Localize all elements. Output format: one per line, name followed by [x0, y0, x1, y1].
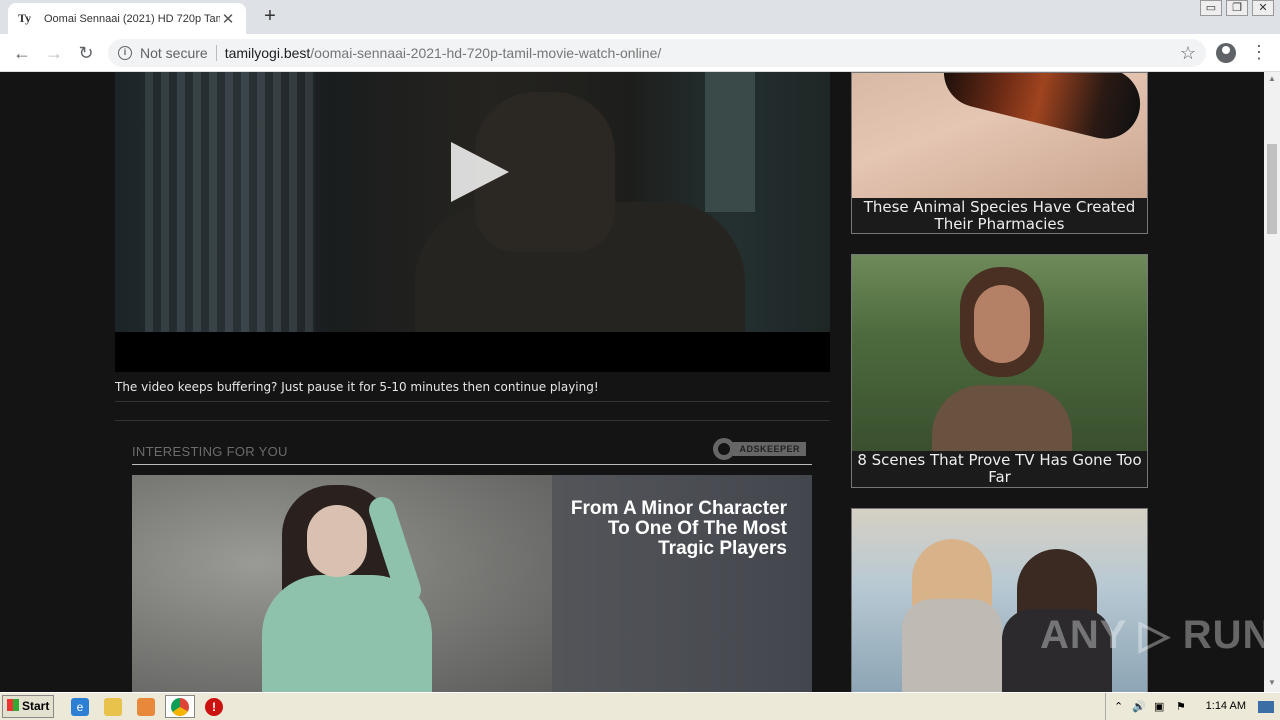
media-player-icon[interactable] — [137, 698, 155, 716]
scroll-down-icon[interactable]: ▼ — [1264, 678, 1280, 692]
stop-icon[interactable]: ! — [205, 698, 223, 716]
browser-toolbar: ← → ↻ i Not secure tamilyogi.best/oomai-… — [0, 34, 1280, 72]
ie-icon[interactable]: e — [71, 698, 89, 716]
sidebar-ad-card[interactable] — [851, 508, 1148, 692]
url-path[interactable]: /oomai-sennaai-2021-hd-720p-tamil-movie-… — [310, 45, 661, 61]
adskeeper-label: ADSKEEPER — [733, 442, 806, 456]
forward-icon[interactable]: → — [42, 41, 66, 65]
adskeeper-logo[interactable]: ADSKEEPER — [713, 438, 806, 460]
bookmark-star-icon[interactable]: ☆ — [1180, 43, 1196, 64]
url-separator — [215, 45, 217, 61]
curtain-shape — [145, 72, 315, 332]
reload-icon[interactable]: ↻ — [74, 41, 98, 65]
person-face-shape — [307, 505, 367, 577]
body-shape — [932, 385, 1072, 451]
start-label: Start — [22, 699, 50, 713]
flag-icon[interactable]: ⚑ — [1176, 700, 1186, 713]
featured-ad[interactable]: From A Minor Character To One Of The Mos… — [132, 475, 812, 692]
close-tab-icon[interactable]: ✕ — [220, 10, 236, 28]
dress-shape — [902, 599, 1002, 692]
play-icon[interactable] — [451, 142, 509, 202]
recommendation-widget: INTERESTING FOR YOU ADSKEEPER From A Min… — [132, 438, 812, 692]
key-icon — [713, 438, 736, 460]
back-icon[interactable]: ← — [10, 41, 34, 65]
address-bar[interactable]: i Not secure tamilyogi.best/oomai-sennaa… — [108, 39, 1206, 67]
system-tray: ⌃ 🔊 ▣ ⚑ 1:14 AM — [1105, 693, 1280, 720]
ad-caption[interactable]: These Animal Species Have Created Their … — [852, 198, 1147, 233]
tab-title: Oomai Sennaai (2021) HD 720p Tamil Movie… — [44, 12, 220, 25]
network-icon[interactable]: ▣ — [1154, 700, 1164, 713]
feature-headline[interactable]: From A Minor Character To One Of The Mos… — [547, 499, 787, 559]
profile-avatar-icon[interactable] — [1216, 43, 1236, 63]
folder-icon[interactable] — [104, 698, 122, 716]
sidebar-ad-card[interactable]: 8 Scenes That Prove TV Has Gone Too Far — [851, 254, 1148, 488]
new-tab-button[interactable]: + — [258, 5, 282, 29]
video-player[interactable] — [115, 72, 830, 372]
close-window-button[interactable]: ✕ — [1252, 0, 1274, 16]
ad-caption[interactable]: 8 Scenes That Prove TV Has Gone Too Far — [852, 451, 1147, 486]
clock[interactable]: 1:14 AM — [1206, 700, 1246, 712]
url-host[interactable]: tamilyogi.best — [225, 45, 311, 61]
face-shape — [974, 285, 1030, 363]
ad-image[interactable] — [852, 509, 1147, 692]
anyrun-watermark: ANY ▷ RUN — [1040, 613, 1273, 657]
buffering-note: The video keeps buffering? Just pause it… — [115, 380, 830, 402]
divider — [115, 420, 830, 421]
window-controls: ▭ ❐ ✕ — [1200, 0, 1274, 16]
main-column: The video keeps buffering? Just pause it… — [115, 72, 830, 421]
minimize-button[interactable]: ▭ — [1200, 0, 1222, 16]
scroll-up-icon[interactable]: ▲ — [1264, 74, 1280, 88]
window-shape — [705, 72, 755, 212]
restore-button[interactable]: ❐ — [1226, 0, 1248, 16]
page-scrollbar[interactable]: ▲ ▼ — [1264, 72, 1280, 692]
video-frame — [115, 72, 830, 342]
browser-tab[interactable]: Ty Oomai Sennaai (2021) HD 720p Tamil Mo… — [8, 3, 246, 34]
page-viewport: The video keeps buffering? Just pause it… — [0, 72, 1264, 692]
start-button[interactable]: Start — [2, 695, 54, 718]
tab-strip: Ty Oomai Sennaai (2021) HD 720p Tamil Mo… — [0, 0, 1280, 34]
video-control-bar[interactable] — [115, 332, 830, 372]
ad-image[interactable] — [852, 255, 1147, 451]
widget-title: INTERESTING FOR YOU — [132, 444, 288, 459]
show-desktop-icon[interactable] — [1258, 701, 1274, 713]
person-body-shape — [262, 575, 432, 692]
ad-image[interactable] — [852, 73, 1147, 198]
show-hidden-icon[interactable]: ⌃ — [1114, 700, 1123, 713]
scrollbar-thumb[interactable] — [1267, 144, 1277, 234]
sidebar-ad-card[interactable]: These Animal Species Have Created Their … — [851, 72, 1148, 234]
chrome-icon[interactable] — [171, 698, 189, 716]
caterpillar-shape — [936, 73, 1147, 147]
security-label[interactable]: Not secure — [140, 45, 208, 61]
browser-menu-icon[interactable]: ⋮ — [1250, 42, 1268, 62]
site-favicon-icon: Ty — [18, 11, 32, 25]
windows-logo-icon — [7, 699, 19, 711]
windows-taskbar: Start e ! ⌃ 🔊 ▣ ⚑ 1:14 AM — [0, 692, 1280, 720]
volume-icon[interactable]: 🔊 — [1132, 700, 1146, 713]
info-icon[interactable]: i — [118, 46, 132, 60]
widget-header: INTERESTING FOR YOU ADSKEEPER — [132, 438, 812, 465]
